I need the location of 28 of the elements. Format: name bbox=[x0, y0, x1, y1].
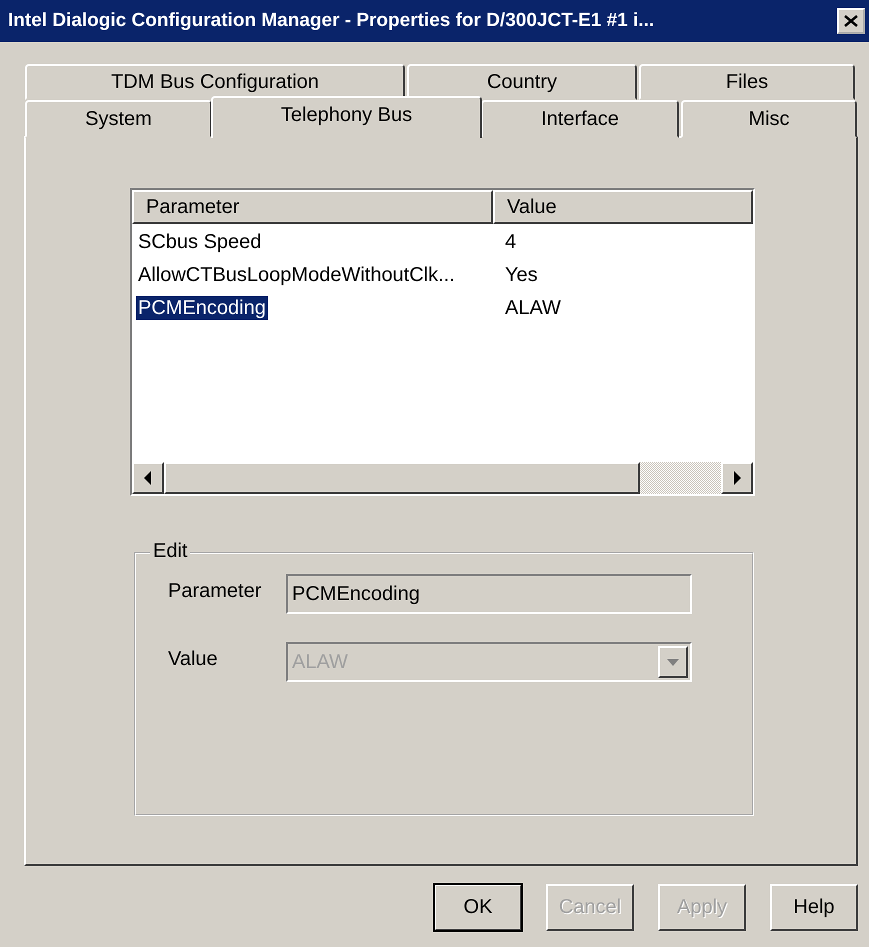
field-label: Parameter bbox=[168, 579, 262, 603]
dialog-button[interactable]: OK bbox=[434, 884, 522, 931]
table-cell[interactable]: SCbus Speed bbox=[136, 230, 264, 254]
column-header[interactable]: Parameter bbox=[132, 190, 493, 224]
close-button[interactable] bbox=[837, 8, 865, 34]
left-arrow-icon bbox=[144, 471, 152, 485]
table-cell[interactable]: AllowCTBusLoopModeWithoutClk... bbox=[136, 263, 457, 287]
table-cell[interactable]: Yes bbox=[493, 264, 753, 287]
scroll-right-button[interactable] bbox=[721, 462, 753, 494]
tab[interactable]: Files bbox=[639, 64, 855, 100]
tab[interactable]: Telephony Bus bbox=[211, 96, 482, 138]
column-header[interactable]: Value bbox=[493, 190, 753, 224]
tab[interactable]: TDM Bus Configuration bbox=[25, 64, 405, 100]
field-label: Value bbox=[168, 647, 219, 671]
caret-icon bbox=[667, 658, 679, 666]
dialog-button[interactable]: Help bbox=[770, 884, 858, 931]
tab[interactable]: Misc bbox=[681, 100, 857, 138]
close-icon bbox=[844, 15, 858, 27]
scroll-left-button[interactable] bbox=[132, 462, 164, 494]
window-title: Intel Dialogic Configuration Manager - Properties for D/300JCT-E1 #1 i... bbox=[8, 10, 654, 32]
tab[interactable]: Interface bbox=[481, 100, 679, 138]
tab[interactable]: Country bbox=[407, 64, 637, 100]
right-arrow-icon bbox=[733, 471, 741, 485]
table-cell[interactable]: 4 bbox=[493, 231, 753, 254]
input-field[interactable]: PCMEncoding bbox=[286, 574, 692, 614]
table-cell[interactable]: ALAW bbox=[493, 297, 753, 320]
tab[interactable]: System bbox=[25, 100, 212, 138]
table-cell[interactable]: PCMEncoding bbox=[136, 296, 268, 320]
